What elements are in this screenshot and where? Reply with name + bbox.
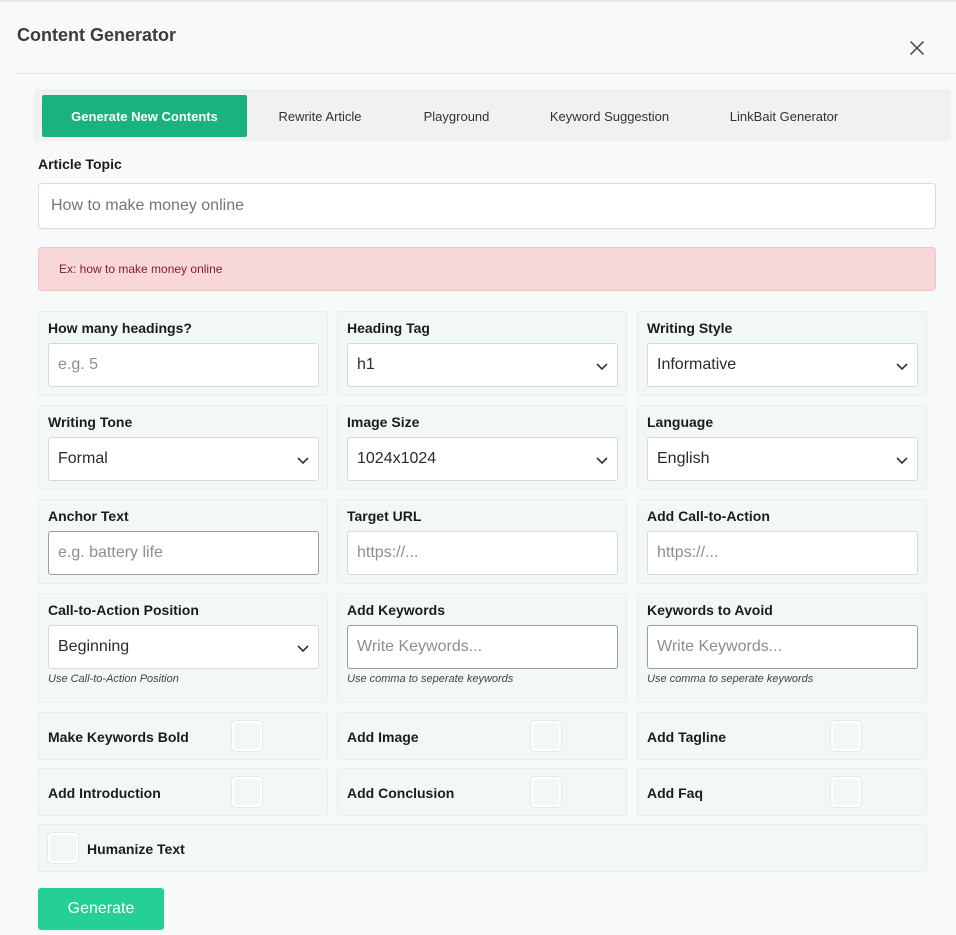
cta-position-value: Beginning (58, 638, 130, 655)
target-url-card: Target URL https://... (337, 499, 627, 584)
header-divider (17, 73, 956, 74)
make-keywords-bold-checkbox[interactable] (232, 721, 262, 751)
add-keywords-placeholder: Write Keywords... (357, 638, 483, 655)
add-introduction-label: Add Introduction (48, 785, 161, 801)
cta-placeholder: https://... (657, 544, 719, 561)
writing-tone-label: Writing Tone (48, 414, 133, 430)
image-size-card: Image Size 1024x1024 (337, 405, 627, 490)
add-tagline-option: Add Tagline (637, 712, 927, 760)
add-image-label: Add Image (347, 729, 419, 745)
add-introduction-checkbox[interactable] (232, 777, 262, 807)
tab-playground[interactable]: Playground (404, 95, 509, 137)
writing-style-value: Informative (657, 356, 737, 373)
heading-tag-value: h1 (357, 356, 375, 373)
image-size-label: Image Size (347, 414, 420, 430)
anchor-text-placeholder: e.g. battery life (58, 544, 163, 561)
add-keywords-input[interactable]: Write Keywords... (347, 625, 618, 669)
humanize-text-option: Humanize Text (38, 824, 927, 872)
avoid-keywords-hint: Use comma to seperate keywords (647, 673, 814, 685)
article-topic-hint-alert: Ex: how to make money online (38, 247, 936, 291)
close-icon[interactable] (906, 37, 928, 59)
tab-generate-new-contents[interactable]: Generate New Contents (42, 95, 247, 137)
chevron-down-icon (296, 453, 310, 467)
add-conclusion-label: Add Conclusion (347, 785, 455, 801)
image-size-select[interactable]: 1024x1024 (347, 437, 618, 481)
add-introduction-option: Add Introduction (38, 768, 328, 816)
modal-title: Content Generator (17, 25, 177, 45)
cta-card: Add Call-to-Action https://... (637, 499, 927, 584)
tab-keyword-suggestion[interactable]: Keyword Suggestion (537, 95, 682, 137)
chevron-down-icon (595, 453, 609, 467)
writing-style-label: Writing Style (647, 320, 733, 336)
anchor-text-input[interactable]: e.g. battery life (48, 531, 319, 575)
language-label: Language (647, 414, 714, 430)
add-keywords-card: Add Keywords Write Keywords... Use comma… (337, 593, 627, 703)
chevron-down-icon (895, 453, 909, 467)
writing-style-select[interactable]: Informative (647, 343, 918, 387)
language-select[interactable]: English (647, 437, 918, 481)
writing-style-card: Writing Style Informative (637, 311, 927, 396)
add-image-checkbox[interactable] (531, 721, 561, 751)
headings-placeholder: e.g. 5 (58, 356, 99, 373)
humanize-text-label: Humanize Text (87, 841, 185, 857)
avoid-keywords-placeholder: Write Keywords... (657, 638, 783, 655)
humanize-text-checkbox[interactable] (48, 833, 78, 863)
alert-text: Ex: how to make money online (59, 262, 223, 276)
writing-tone-value: Formal (58, 450, 108, 467)
make-keywords-bold-label: Make Keywords Bold (48, 729, 189, 745)
cta-position-hint: Use Call-to-Action Position (48, 673, 179, 685)
anchor-text-label: Anchor Text (48, 508, 129, 524)
headings-card: How many headings? e.g. 5 (38, 311, 328, 396)
top-border (0, 0, 956, 2)
generate-button[interactable]: Generate (38, 888, 164, 930)
article-topic-label: Article Topic (38, 156, 122, 172)
target-url-placeholder: https://... (357, 544, 419, 561)
writing-tone-card: Writing Tone Formal (38, 405, 328, 490)
cta-position-card: Call-to-Action Position Beginning Use Ca… (38, 593, 328, 703)
heading-tag-label: Heading Tag (347, 320, 430, 336)
writing-tone-select[interactable]: Formal (48, 437, 319, 481)
heading-tag-select[interactable]: h1 (347, 343, 618, 387)
add-conclusion-checkbox[interactable] (531, 777, 561, 807)
cta-position-select[interactable]: Beginning (48, 625, 319, 669)
tab-linkbait-generator[interactable]: LinkBait Generator (714, 95, 854, 137)
anchor-text-card: Anchor Text e.g. battery life (38, 499, 328, 584)
cta-input[interactable]: https://... (647, 531, 918, 575)
add-tagline-label: Add Tagline (647, 729, 727, 745)
chevron-down-icon (895, 359, 909, 373)
image-size-value: 1024x1024 (357, 450, 437, 467)
make-keywords-bold-option: Make Keywords Bold (38, 712, 328, 760)
target-url-label: Target URL (347, 508, 422, 524)
add-faq-label: Add Faq (647, 785, 703, 801)
article-topic-input[interactable] (38, 183, 936, 229)
add-tagline-checkbox[interactable] (831, 721, 861, 751)
heading-tag-card: Heading Tag h1 (337, 311, 627, 396)
tab-bar: Generate New Contents Rewrite Article Pl… (34, 89, 951, 141)
avoid-keywords-input[interactable]: Write Keywords... (647, 625, 918, 669)
add-faq-checkbox[interactable] (831, 777, 861, 807)
add-keywords-hint: Use comma to seperate keywords (347, 673, 514, 685)
add-image-option: Add Image (337, 712, 627, 760)
language-card: Language English (637, 405, 927, 490)
chevron-down-icon (296, 641, 310, 655)
headings-input[interactable]: e.g. 5 (48, 343, 319, 387)
language-value: English (657, 450, 710, 467)
avoid-keywords-card: Keywords to Avoid Write Keywords... Use … (637, 593, 927, 703)
avoid-keywords-label: Keywords to Avoid (647, 602, 773, 618)
headings-label: How many headings? (48, 320, 192, 336)
tab-rewrite-article[interactable]: Rewrite Article (260, 95, 380, 137)
cta-label: Add Call-to-Action (647, 508, 770, 524)
chevron-down-icon (595, 359, 609, 373)
target-url-input[interactable]: https://... (347, 531, 618, 575)
add-keywords-label: Add Keywords (347, 602, 446, 618)
add-conclusion-option: Add Conclusion (337, 768, 627, 816)
cta-position-label: Call-to-Action Position (48, 602, 199, 618)
add-faq-option: Add Faq (637, 768, 927, 816)
